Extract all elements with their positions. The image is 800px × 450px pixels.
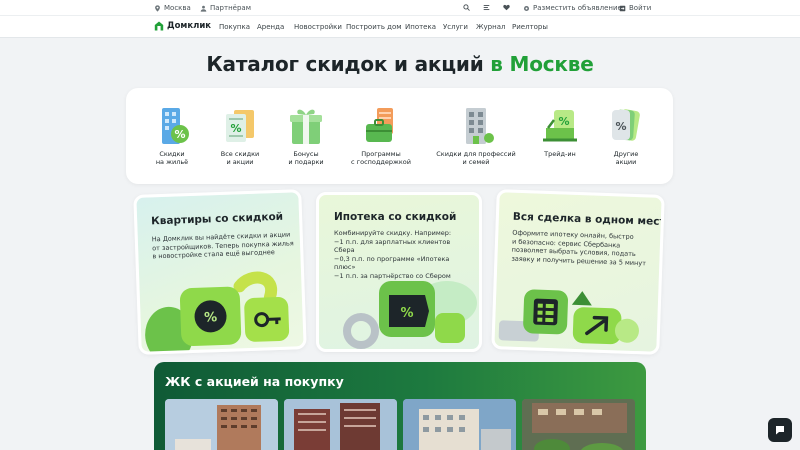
category-label: Другие акции (613, 150, 639, 166)
percent-cards-icon: % (612, 109, 640, 141)
category-label: Скидки для профессий и семей (436, 150, 516, 166)
logo-house-icon (154, 21, 164, 31)
nav-item-new-buildings[interactable]: Новостройки (294, 23, 342, 31)
post-ad-label: Разместить объявление (533, 4, 622, 12)
top-utility-bar: Москва Партнёрам Разместить объявление В… (0, 0, 800, 16)
partners-link[interactable]: Партнёрам (200, 4, 251, 12)
heart-icon[interactable] (503, 4, 510, 11)
promo-card-one-place-deal[interactable]: Вся сделка в одном месте Оформите ипотек… (491, 189, 665, 355)
building-photo[interactable] (522, 399, 635, 450)
promo-illustration: % (145, 271, 290, 355)
login-icon (619, 5, 626, 11)
nav-item-realtors[interactable]: Риелторы (512, 23, 548, 31)
compare-list-icon[interactable] (483, 4, 490, 11)
category-other[interactable]: % Другие акции (581, 104, 671, 166)
post-ad-button[interactable]: Разместить объявление (523, 4, 622, 12)
nav-item-rent[interactable]: Аренда (257, 23, 284, 31)
banner-title: ЖК с акцией на покупку (165, 374, 344, 389)
page-title: Каталог скидок и акций в Москве (0, 52, 800, 76)
promo-card-discount-apartments[interactable]: Квартиры со скидкой На Домклик вы найдёт… (133, 189, 307, 355)
trade-in-icon: % (543, 110, 577, 142)
page-title-accent: в Москве (490, 52, 594, 76)
svg-text:%: % (558, 115, 569, 128)
login-button[interactable]: Войти (619, 4, 651, 12)
category-state-programs[interactable]: Программы с господдержкой (336, 104, 426, 166)
percent-document-icon: % (226, 110, 254, 142)
search-icon[interactable] (463, 4, 470, 11)
person-icon (200, 5, 207, 12)
location-pin-icon (155, 4, 160, 12)
gift-icon (290, 109, 322, 144)
building-photo[interactable] (403, 399, 516, 450)
building-photo-image (165, 399, 278, 450)
svg-text:%: % (615, 120, 626, 133)
logo-text: Домклик (167, 21, 212, 31)
city-label: Москва (164, 4, 191, 12)
svg-text:%: % (174, 128, 185, 141)
partners-label: Партнёрам (210, 4, 251, 12)
promo-buildings-banner: ЖК с акцией на покупку (154, 362, 646, 450)
chat-icon (776, 426, 784, 435)
building-photo-image (284, 399, 397, 450)
building-photo[interactable] (284, 399, 397, 450)
nav-item-journal[interactable]: Журнал (476, 23, 505, 31)
nav-item-services[interactable]: Услуги (443, 23, 468, 31)
chat-button[interactable] (768, 418, 792, 442)
nav-item-mortgage[interactable]: Ипотека (405, 23, 436, 31)
nav-item-build-house[interactable]: Построить дом (346, 23, 402, 31)
category-label: Программы с господдержкой (351, 150, 411, 166)
main-navbar: Домклик Покупка Аренда Новостройки Постр… (0, 16, 800, 38)
briefcase-icon (366, 108, 393, 142)
promo-illustration (498, 289, 639, 345)
city-selector[interactable]: Москва (154, 4, 191, 12)
building-icon (466, 108, 494, 144)
promo-illustration: % (343, 281, 477, 349)
nav-item-buy[interactable]: Покупка (219, 23, 250, 31)
svg-text:%: % (400, 306, 413, 321)
svg-text:%: % (204, 310, 218, 325)
building-photo-image (403, 399, 516, 450)
categories-card: % Скидки на жильё % Все скидки и акции Б… (126, 88, 673, 184)
svg-text:%: % (230, 122, 241, 135)
promo-card-discount-mortgage[interactable]: Ипотека со скидкой Комбинируйте скидку. … (316, 192, 482, 352)
building-photo[interactable] (165, 399, 278, 450)
gear-icon (523, 5, 530, 11)
page-title-main: Каталог скидок и акций (206, 52, 484, 76)
building-photo-image (522, 399, 635, 450)
logo[interactable]: Домклик (154, 21, 211, 31)
login-label: Войти (629, 4, 652, 12)
percent-building-icon: % (162, 108, 189, 144)
category-professions-families[interactable]: Скидки для профессий и семей (431, 104, 521, 166)
